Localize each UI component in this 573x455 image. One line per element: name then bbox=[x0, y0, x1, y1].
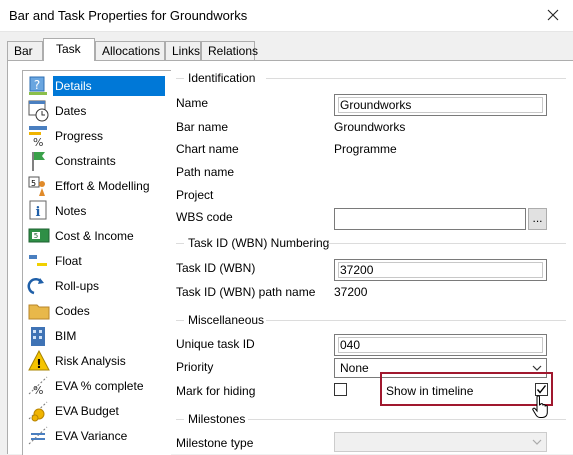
svg-text:%: % bbox=[33, 136, 43, 148]
wbs-browse-button[interactable]: ... bbox=[528, 208, 547, 230]
svg-text:%: % bbox=[33, 384, 43, 397]
svg-text:5: 5 bbox=[31, 179, 36, 188]
task-id-label: Task ID (WBN) bbox=[176, 261, 256, 275]
milestone-type-select[interactable] bbox=[334, 432, 547, 452]
window-title: Bar and Task Properties for Groundworks bbox=[9, 8, 248, 23]
task-id-path-value: 37200 bbox=[334, 285, 368, 299]
eva-coins-icon bbox=[27, 399, 51, 423]
nav-label: EVA % complete bbox=[55, 379, 144, 393]
nav-item-details[interactable]: ? Details bbox=[27, 74, 167, 98]
bar-name-label: Bar name bbox=[176, 120, 229, 134]
nav-item-cost-income[interactable]: 5 Cost & Income bbox=[27, 224, 167, 248]
svg-text:5: 5 bbox=[34, 232, 38, 240]
nav-item-eva-variance[interactable]: EVA Variance bbox=[27, 424, 167, 448]
eva-variance-icon bbox=[27, 424, 51, 448]
chart-name-value: Programme bbox=[334, 142, 397, 156]
name-label: Name bbox=[176, 96, 209, 110]
folder-icon bbox=[27, 299, 51, 323]
section-title: Miscellaneous bbox=[188, 313, 265, 327]
nav-label: BIM bbox=[55, 329, 77, 343]
nav-label: Risk Analysis bbox=[55, 354, 126, 368]
nav-label: Float bbox=[55, 254, 82, 268]
banknote-icon: 5 bbox=[27, 224, 51, 248]
tab-task[interactable]: Task bbox=[43, 38, 95, 61]
wbs-code-input[interactable] bbox=[334, 208, 526, 230]
svg-text:i: i bbox=[36, 205, 41, 220]
nav-label: Effort & Modelling bbox=[55, 179, 150, 193]
nav-label: Cost & Income bbox=[55, 229, 134, 243]
tab-links[interactable]: Links bbox=[165, 41, 201, 60]
section-title: Milestones bbox=[188, 412, 246, 426]
nav-label: Dates bbox=[55, 104, 87, 118]
nav-item-eva-complete[interactable]: % EVA % complete bbox=[27, 374, 167, 398]
eva-percent-icon: % bbox=[27, 374, 51, 398]
nav-item-progress[interactable]: % Progress bbox=[27, 124, 167, 149]
svg-text:!: ! bbox=[36, 357, 41, 371]
details-icon: ? bbox=[27, 74, 51, 98]
mark-for-hiding-label: Mark for hiding bbox=[176, 384, 256, 398]
nav-item-codes[interactable]: Codes bbox=[27, 299, 167, 323]
path-name-label: Path name bbox=[176, 165, 235, 179]
tab-bar[interactable]: Bar bbox=[7, 41, 43, 60]
nav-label: EVA Budget bbox=[55, 404, 119, 418]
tab-allocations[interactable]: Allocations bbox=[95, 41, 165, 60]
calendar-clock-icon bbox=[27, 99, 51, 123]
svg-text:?: ? bbox=[34, 78, 40, 92]
task-id-path-label: Task ID (WBN) path name bbox=[176, 285, 316, 299]
nav-label: EVA Variance bbox=[55, 429, 128, 443]
nav-label: Constraints bbox=[55, 154, 116, 168]
nav-item-float[interactable]: Float bbox=[27, 249, 167, 273]
title-bar: Bar and Task Properties for Groundworks bbox=[0, 0, 573, 32]
nav-label: Progress bbox=[55, 129, 104, 143]
warning-icon: ! bbox=[27, 349, 51, 373]
effort-icon: 5 bbox=[27, 174, 51, 198]
name-input[interactable]: Groundworks bbox=[334, 94, 547, 116]
show-in-timeline-label: Show in timeline bbox=[386, 384, 474, 398]
nav-item-roll-ups[interactable]: Roll-ups bbox=[27, 274, 167, 298]
nav-label: Details bbox=[53, 76, 165, 96]
category-list: ? Details Dates % Progress Constraints 5 bbox=[22, 70, 171, 455]
nav-item-eva-budget[interactable]: EVA Budget bbox=[27, 399, 167, 423]
nav-label: Notes bbox=[55, 204, 87, 218]
wbs-code-label: WBS code bbox=[176, 210, 233, 224]
section-title: Identification bbox=[188, 71, 256, 85]
nav-item-bim[interactable]: BIM bbox=[27, 324, 167, 348]
chevron-down-icon bbox=[530, 435, 544, 449]
tab-relations[interactable]: Relations bbox=[201, 41, 258, 60]
float-bars-icon bbox=[27, 249, 51, 273]
nav-label: Codes bbox=[55, 304, 90, 318]
info-icon: i bbox=[27, 199, 51, 223]
flag-icon bbox=[27, 149, 51, 173]
nav-item-constraints[interactable]: Constraints bbox=[27, 149, 167, 173]
nav-item-risk-analysis[interactable]: ! Risk Analysis bbox=[27, 349, 167, 373]
unique-task-id-input[interactable]: 040 bbox=[334, 334, 547, 356]
hand-cursor-icon bbox=[530, 394, 552, 420]
nav-item-effort-modelling[interactable]: 5 Effort & Modelling bbox=[27, 174, 167, 198]
bar-name-value: Groundworks bbox=[334, 120, 406, 134]
close-icon[interactable] bbox=[543, 5, 563, 25]
nav-label: Roll-ups bbox=[55, 279, 100, 293]
priority-label: Priority bbox=[176, 360, 214, 374]
rollup-arrow-icon bbox=[27, 274, 51, 298]
project-label: Project bbox=[176, 188, 214, 202]
building-icon bbox=[27, 324, 51, 348]
mark-for-hiding-checkbox[interactable] bbox=[334, 383, 347, 396]
task-id-input[interactable]: 37200 bbox=[334, 259, 547, 281]
chart-name-label: Chart name bbox=[176, 142, 239, 156]
section-title: Task ID (WBN) Numbering bbox=[188, 236, 330, 250]
milestone-type-label: Milestone type bbox=[176, 436, 254, 450]
percent-bars-icon: % bbox=[27, 124, 51, 149]
nav-item-notes[interactable]: i Notes bbox=[27, 199, 167, 223]
unique-task-id-label: Unique task ID bbox=[176, 337, 255, 351]
nav-item-dates[interactable]: Dates bbox=[27, 99, 167, 123]
